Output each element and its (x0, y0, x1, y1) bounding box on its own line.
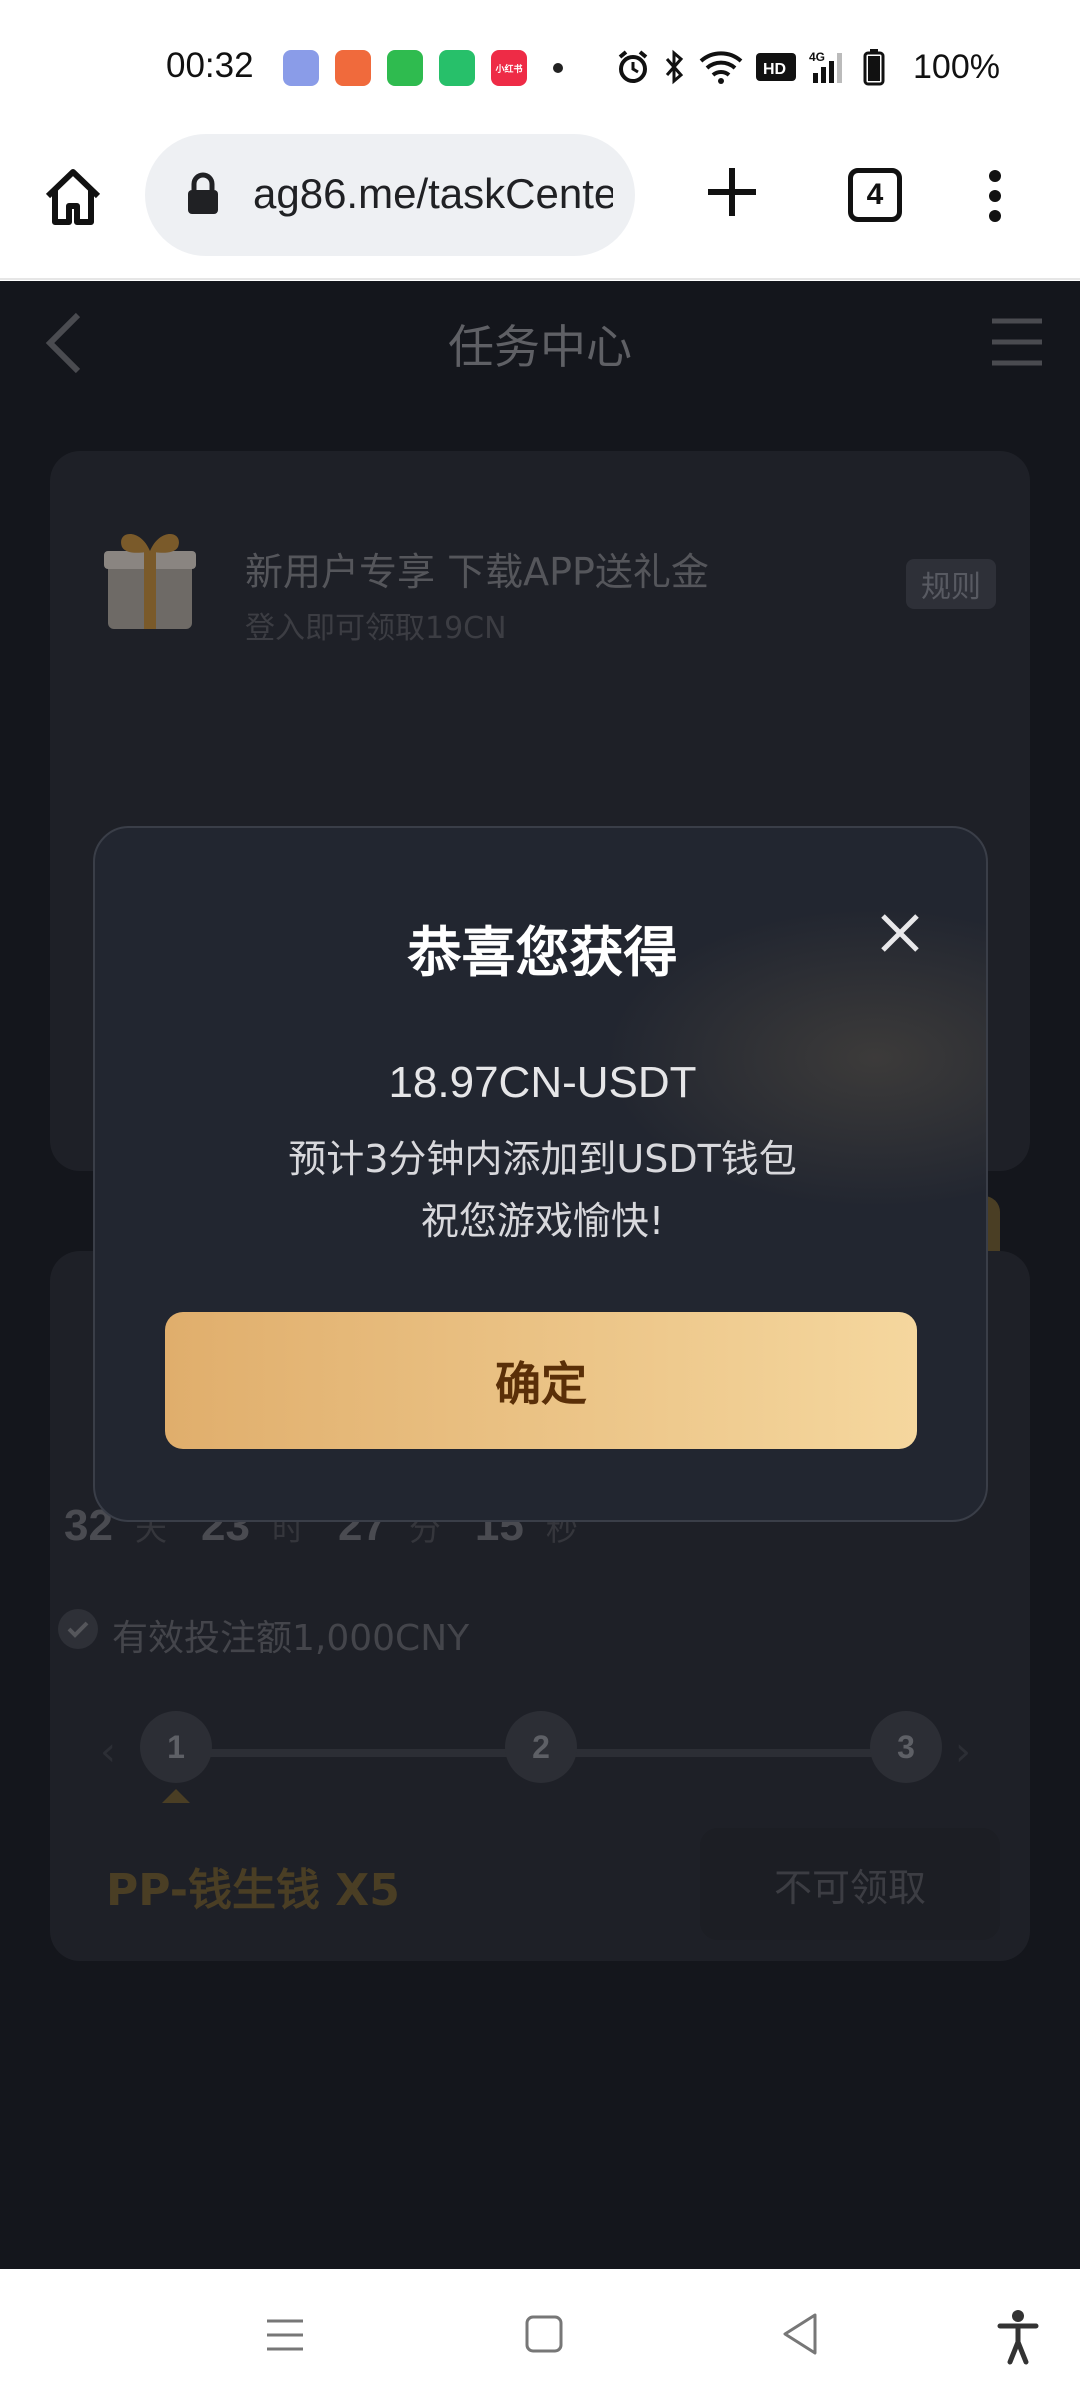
lock-icon (188, 172, 218, 214)
network-label: 4G (809, 50, 825, 64)
more-vert-icon (989, 170, 1001, 222)
alarm-icon (618, 50, 648, 83)
reward-greeting: 祝您游戏愉快! (420, 1199, 665, 1243)
close-icon (881, 914, 919, 952)
page-header: 任务中心 (0, 281, 1080, 401)
system-nav-bar (0, 2269, 1080, 2400)
home-nav-icon[interactable] (524, 2309, 564, 2361)
status-time: 00:32 (166, 46, 254, 85)
page-menu-button[interactable] (990, 317, 1044, 371)
hd-icon: HD (756, 53, 796, 81)
check-icon (58, 1609, 98, 1649)
system-icons: HD 4G (615, 48, 897, 86)
more-notifications-dot (553, 63, 563, 73)
battery-icon (863, 49, 885, 86)
step-1[interactable]: 1 (140, 1711, 212, 1783)
home-icon (45, 169, 101, 225)
chevron-right-icon[interactable]: › (955, 1729, 971, 1775)
accessibility-icon[interactable] (996, 2309, 1040, 2365)
page-title: 任务中心 (448, 320, 632, 374)
confirm-button[interactable]: 确定 (165, 1312, 917, 1449)
notification-icons: 小红书 (283, 50, 563, 86)
step-2[interactable]: 2 (505, 1711, 577, 1783)
back-nav-icon[interactable] (780, 2309, 820, 2361)
battery-percent: 100% (913, 48, 1000, 86)
app-icon-3 (387, 50, 423, 86)
current-step-marker (162, 1789, 190, 1803)
xiaohongshu-icon: 小红书 (491, 50, 527, 86)
wifi-icon (699, 51, 743, 84)
url-text: ag86.me/taskCenter (253, 170, 613, 217)
condition-text: 有效投注额1,000CNY (112, 1618, 470, 1659)
recent-apps-icon[interactable] (265, 2309, 305, 2361)
app-icon-2 (335, 50, 371, 86)
hamburger-icon (992, 318, 1042, 366)
promo-title: 新用户专享 下载APP送礼金 (245, 550, 709, 594)
close-button[interactable] (875, 908, 925, 958)
tab-switcher-button[interactable]: 4 (848, 168, 902, 222)
status-bar: 00:32 小红书 HD 4G 100% (0, 0, 1080, 130)
browser-toolbar: ag86.me/taskCenter 4 (0, 130, 1080, 280)
task-name: PP-钱生钱 X5 (106, 1865, 400, 1916)
step-3[interactable]: 3 (870, 1711, 942, 1783)
new-tab-button[interactable] (700, 160, 764, 224)
browser-menu-button[interactable] (980, 166, 1010, 226)
reward-amount: 18.97CN-USDT (388, 1058, 697, 1107)
hd-label: HD (763, 61, 786, 78)
address-bar[interactable]: ag86.me/taskCenter (145, 134, 635, 256)
app-icon-1 (283, 50, 319, 86)
gift-icon (104, 534, 196, 629)
promo-subtitle: 登入即可领取19CN (245, 611, 507, 646)
rules-button[interactable]: 规则 (906, 559, 996, 609)
chevron-left-icon[interactable]: ‹ (100, 1729, 116, 1775)
progress-steps: ‹ 1 2 3 › (100, 1711, 971, 1803)
signal-icon: 4G (809, 50, 842, 83)
reward-modal: 恭喜您获得 18.97CN-USDT 预计3分钟内添加到USDT钱包 祝您游戏愉… (93, 826, 988, 1522)
plus-icon (708, 168, 756, 216)
bluetooth-icon (665, 49, 684, 85)
app-icon-4 (439, 50, 475, 86)
reward-note: 预计3分钟内添加到USDT钱包 (288, 1137, 797, 1181)
claim-button[interactable]: 不可领取 (700, 1828, 1000, 1940)
home-button[interactable] (38, 162, 108, 232)
modal-title: 恭喜您获得 (407, 921, 678, 984)
